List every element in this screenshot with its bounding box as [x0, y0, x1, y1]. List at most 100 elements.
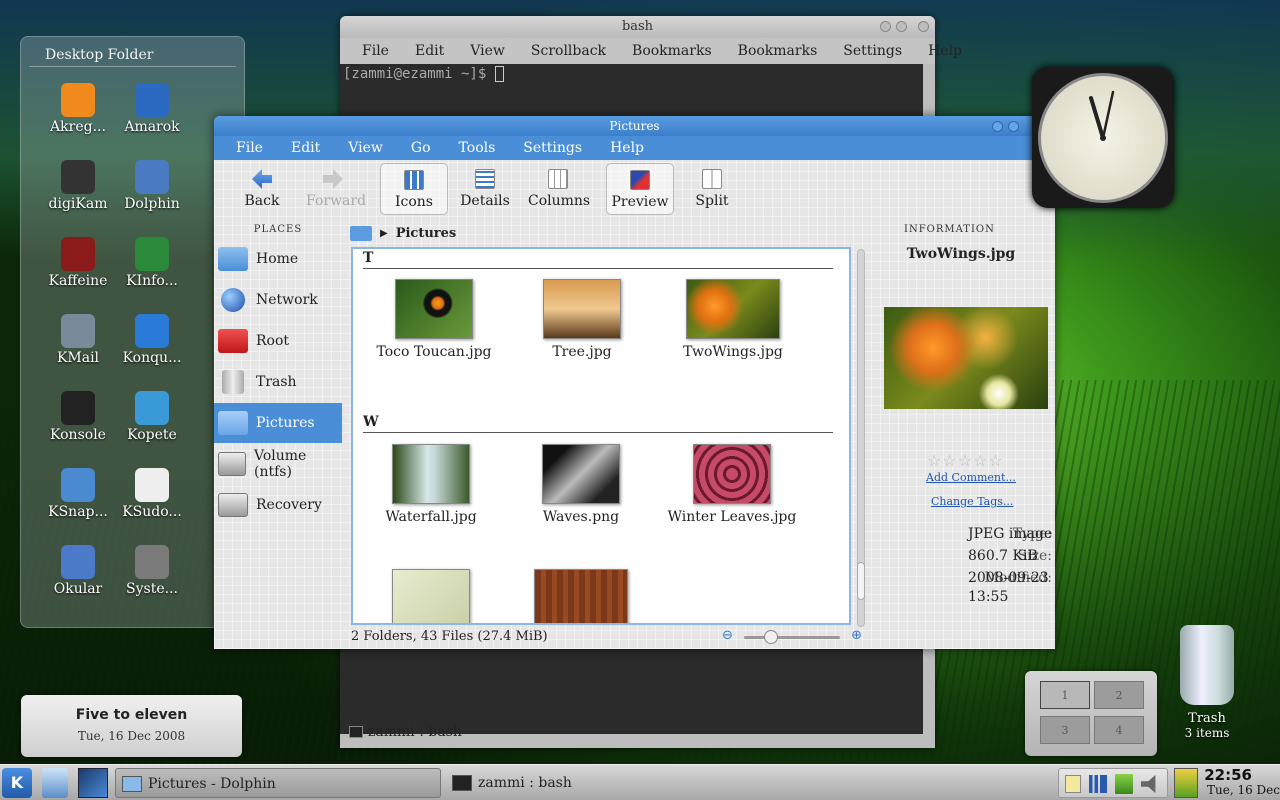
menu-file[interactable]: File [362, 38, 389, 64]
place-network[interactable]: Network [214, 280, 342, 320]
desktop-icon[interactable]: Konqu... [115, 308, 189, 385]
taskbar-clock[interactable]: 22:56 Tue, 16 Dec [1204, 767, 1280, 797]
breadcrumb[interactable]: ▶ Pictures [350, 222, 456, 244]
desktop-icon[interactable]: KSudo... [115, 462, 189, 539]
battery-icon[interactable] [1115, 774, 1133, 794]
zoom-knob[interactable] [764, 630, 778, 644]
desktop-icon[interactable]: Kopete [115, 385, 189, 462]
terminal-tab[interactable]: zammi : bash [344, 720, 462, 744]
zoom-slider[interactable]: ⊖ ⊕ [722, 628, 862, 645]
dolphin-titlebar[interactable]: Pictures [214, 116, 1055, 136]
desktop-icon[interactable]: Kaffeine [41, 231, 115, 308]
clipboard-icon[interactable] [1065, 775, 1081, 793]
dolphin-window[interactable]: Pictures File Edit View Go Tools Setting… [214, 116, 1055, 649]
desktop-2[interactable]: 2 [1094, 681, 1144, 709]
details-view-icon [475, 169, 495, 189]
desktop-icon[interactable]: digiKam [41, 154, 115, 231]
menu-bookmarks-2[interactable]: Bookmarks [738, 38, 818, 64]
menu-settings[interactable]: Settings [523, 136, 582, 160]
add-comment-link[interactable]: Add Comment... [926, 471, 1016, 484]
back-arrow-icon [252, 169, 272, 189]
show-desktop-icon[interactable] [42, 768, 68, 798]
terminal-titlebar[interactable]: bash [340, 16, 935, 38]
desktop-icon[interactable]: Syste... [115, 539, 189, 616]
desktop-icon-label: KSudo... [122, 504, 182, 520]
menu-edit[interactable]: Edit [291, 136, 320, 160]
desktop-icon[interactable]: Amarok [115, 77, 189, 154]
file-view[interactable]: T Toco Toucan.jpg Tree.jpg TwoWings.jpg … [351, 247, 851, 625]
place-volume-ntfs[interactable]: Volume (ntfs) [214, 444, 342, 484]
close-button[interactable] [918, 21, 929, 32]
icons-view-button[interactable]: Icons [380, 163, 448, 215]
menu-view[interactable]: View [348, 136, 383, 160]
preview-button[interactable]: Preview [606, 163, 674, 215]
columns-view-button[interactable]: Columns [528, 163, 590, 215]
chat-icon [135, 391, 169, 425]
breadcrumb-pictures[interactable]: Pictures [396, 226, 457, 241]
file-item[interactable]: Waves.png [506, 444, 656, 525]
terminal-icon [452, 775, 472, 791]
place-root[interactable]: Root [214, 321, 342, 361]
change-tags-link[interactable]: Change Tags... [931, 495, 1013, 508]
place-home[interactable]: Home [214, 239, 342, 279]
meta-modified: Modified: 2008-09-23 13:55 [968, 570, 1052, 605]
forward-arrow-icon [323, 169, 343, 189]
zoom-out-icon[interactable]: ⊖ [722, 628, 733, 643]
menu-file[interactable]: File [236, 136, 263, 160]
circuit-icon [135, 237, 169, 271]
home-icon [218, 247, 248, 271]
place-recovery[interactable]: Recovery [214, 485, 342, 525]
menu-view[interactable]: View [470, 38, 505, 64]
maximize-button[interactable] [1008, 121, 1019, 132]
task-dolphin[interactable]: Pictures - Dolphin [115, 768, 441, 798]
power-battery-icon[interactable] [1174, 768, 1198, 798]
desktop-icon-label: Amarok [124, 119, 180, 135]
forward-button[interactable]: Forward [306, 163, 366, 215]
place-trash[interactable]: Trash [214, 362, 342, 402]
desktop-view-icon[interactable] [78, 768, 108, 798]
task-konsole[interactable]: zammi : bash [446, 768, 746, 798]
desktop-icon[interactable]: Konsole [41, 385, 115, 462]
volume-icon[interactable] [1141, 775, 1156, 793]
desktop-4[interactable]: 4 [1094, 716, 1144, 744]
desktop-icon[interactable]: Okular [41, 539, 115, 616]
trash-widget[interactable]: Trash 3 items [1172, 625, 1242, 740]
desktop-icon-label: Syste... [126, 581, 178, 597]
place-pictures[interactable]: Pictures [214, 403, 342, 443]
network-signal-icon[interactable] [1089, 775, 1107, 793]
file-item[interactable]: Waterfall.jpg [356, 444, 506, 525]
desktop-3[interactable]: 3 [1040, 716, 1090, 744]
menu-scrollback[interactable]: Scrollback [531, 38, 606, 64]
desktop-icon[interactable]: Dolphin [115, 154, 189, 231]
file-item[interactable]: Toco Toucan.jpg [359, 279, 509, 360]
zoom-in-icon[interactable]: ⊕ [851, 628, 862, 643]
desktop-1[interactable]: 1 [1040, 681, 1090, 709]
menu-edit[interactable]: Edit [415, 38, 444, 64]
desktop-icon[interactable]: Akreg... [41, 77, 115, 154]
back-button[interactable]: Back [238, 163, 286, 215]
maximize-button[interactable] [896, 21, 907, 32]
menu-help[interactable]: Help [610, 136, 644, 160]
file-item[interactable] [506, 569, 656, 623]
minimize-button[interactable] [880, 21, 891, 32]
zoom-track[interactable] [744, 636, 840, 639]
chevron-right-icon[interactable]: ▶ [380, 228, 388, 239]
menu-bookmarks[interactable]: Bookmarks [632, 38, 712, 64]
menu-go[interactable]: Go [411, 136, 431, 160]
places-header: PLACES [253, 224, 303, 235]
file-item[interactable] [356, 569, 506, 623]
file-item[interactable]: TwoWings.jpg [658, 279, 808, 360]
desktop-icon[interactable]: KSnap... [41, 462, 115, 539]
file-item[interactable]: Tree.jpg [507, 279, 657, 360]
file-item[interactable]: Winter Leaves.jpg [657, 444, 807, 525]
minimize-button[interactable] [992, 121, 1003, 132]
details-view-button[interactable]: Details [460, 163, 510, 215]
rating-stars[interactable]: ☆☆☆☆☆ [927, 451, 1004, 470]
kmenu-button[interactable]: K [2, 768, 32, 798]
desktop-icon[interactable]: KInfo... [115, 231, 189, 308]
desktop-icon[interactable]: KMail [41, 308, 115, 385]
menu-settings[interactable]: Settings [843, 38, 902, 64]
split-button[interactable]: Split [692, 163, 732, 215]
menu-tools[interactable]: Tools [459, 136, 496, 160]
menu-help[interactable]: Help [928, 38, 962, 64]
